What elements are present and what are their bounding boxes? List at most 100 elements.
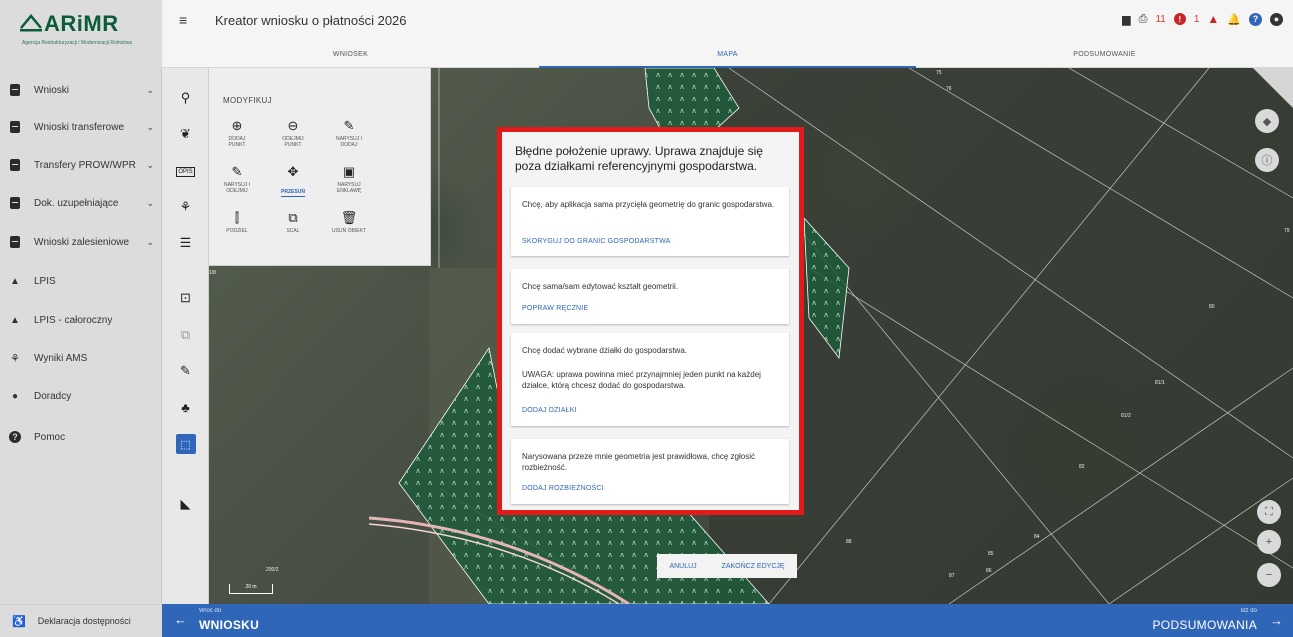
sidebar-item-wnioski[interactable]: Wnioski ⌄	[0, 74, 162, 106]
manual-fix-button[interactable]: POPRAW RĘCZNIE	[522, 305, 588, 312]
sidebar-item-dok-uzupelniajace[interactable]: Dok. uzupełniające ⌄	[0, 187, 162, 219]
minus-icon: −	[1265, 569, 1273, 581]
forest-tool[interactable]: ♣	[162, 393, 209, 421]
parcel-label: 82	[1079, 464, 1085, 470]
enclave-icon: ▣	[342, 164, 356, 179]
tool-label: NARYSUJ I ODEJMIJ	[223, 182, 251, 194]
modify-panel-title: MODYFIKUJ	[223, 96, 272, 105]
sidebar-item-wnioski-zalesieniowe[interactable]: Wnioski zalesieniowe ⌄	[0, 226, 162, 258]
parcel-label: 200/2	[266, 567, 279, 573]
delete-object-tool[interactable]: 🗑 USUŃ OBIEKT	[321, 210, 377, 234]
crop-tool[interactable]: ❦	[162, 120, 209, 148]
parcel-label: 84	[1034, 534, 1040, 540]
trim-to-farm-button[interactable]: SKORYGUJ DO GRANIC GOSPODARSTWA	[522, 238, 671, 245]
location-error-dialog: Błędne położenie uprawy. Uprawa znajduje…	[497, 127, 804, 515]
list-icon: ☰	[179, 235, 192, 250]
cancel-edit-button[interactable]: ANULUJ	[669, 563, 696, 570]
sidebar-item-wnioski-transferowe[interactable]: Wnioski transferowe ⌄	[0, 111, 162, 143]
error-icon[interactable]: !	[1173, 13, 1186, 25]
zoom-in-button[interactable]: +	[1257, 530, 1281, 554]
person-icon: ●	[11, 390, 19, 402]
sidebar-item-label: Wyniki AMS	[34, 352, 88, 364]
draw-subtract-tool[interactable]: ✎ NARYSUJ I ODEJMIJ	[209, 164, 265, 194]
add-discrepancy-button[interactable]: DODAJ ROZBIEŻNOŚCI	[522, 485, 604, 492]
notifications-icon[interactable]: 🔔	[1227, 13, 1241, 26]
accessibility-declaration-link[interactable]: ♿ Deklaracja dostępności	[0, 604, 162, 637]
account-icon[interactable]: ●	[1270, 12, 1283, 26]
sidebar-item-label: Wnioski	[34, 84, 70, 96]
sidebar-item-lpis[interactable]: ▲ LPIS	[0, 265, 162, 297]
fullscreen-icon: ⛶	[1265, 505, 1273, 518]
option-text: Narysowana przeze mnie geometria jest pr…	[522, 452, 755, 472]
zoom-out-button[interactable]: −	[1257, 563, 1281, 587]
option-text: Chcę, aby aplikacja sama przycięła geome…	[522, 200, 775, 209]
opis-tool[interactable]: OPIS	[162, 158, 209, 186]
list-tool[interactable]: ☰	[162, 229, 209, 257]
logo-mark-icon	[20, 14, 42, 32]
document-icon	[8, 83, 22, 97]
info-button[interactable]: ⓘ	[1255, 148, 1279, 172]
search-tool[interactable]: ⚲	[162, 84, 209, 112]
logo-subtitle: Agencja Restrukturyzacji i Modernizacji …	[22, 40, 133, 46]
sidebar-item-wyniki-ams[interactable]: ⚘ Wyniki AMS	[0, 342, 162, 374]
sidebar-item-label: Dok. uzupełniające	[34, 197, 119, 209]
draw-tool[interactable]: ✎	[162, 357, 209, 385]
copy-tool[interactable]: ⧉	[162, 321, 209, 349]
remove-point-tool[interactable]: ⊖ ODEJMIJ PUNKT	[265, 118, 321, 148]
arimr-logo[interactable]: ARiMR Agencja Restrukturyzacji i Moderni…	[0, 0, 162, 68]
enclave-tool[interactable]: ▣ NARYSUJ ENKLAWĘ	[321, 164, 377, 194]
parcel-label: 86	[986, 568, 992, 574]
error-count[interactable]: 11	[1155, 14, 1165, 25]
select-tool[interactable]: ⊡	[162, 284, 209, 312]
add-point-icon: ⊕	[231, 118, 243, 133]
top-bar: ≡ Kreator wniosku o płatności 2026 ▆ ⎙ 1…	[162, 0, 1293, 68]
sidebar-item-label: LPIS	[34, 275, 56, 287]
tool-label: DODAJ PUNKT	[228, 136, 246, 148]
warning-icon[interactable]: ▲	[1207, 12, 1219, 26]
parcel-label: 79	[1284, 228, 1290, 234]
opis-icon: OPIS	[176, 167, 195, 177]
add-parcels-button[interactable]: DODAJ DZIAŁKI	[522, 407, 577, 414]
layers-button[interactable]: ◆	[1255, 109, 1279, 133]
tab-podsumowanie[interactable]: PODSUMOWANIE	[916, 44, 1293, 68]
sidebar-item-transfery[interactable]: Transfery PROW/WPR ⌄	[0, 149, 162, 181]
trash-icon: 🗑	[340, 210, 358, 225]
add-point-tool[interactable]: ⊕ DODAJ PUNKT	[209, 118, 265, 148]
finish-edit-button[interactable]: ZAKOŃCZ EDYCJĘ	[722, 563, 785, 570]
warning-count[interactable]: 1	[1194, 14, 1200, 25]
document-icon	[8, 120, 22, 134]
parcel-label: 76	[946, 86, 952, 92]
sidebar-item-doradcy[interactable]: ● Doradcy	[0, 380, 162, 412]
next-main-label: PODSUMOWANIA	[1152, 618, 1257, 632]
menu-icon[interactable]: ≡	[179, 12, 187, 28]
sidebar-item-lpis-caloroczny[interactable]: ▲ LPIS - całoroczny	[0, 304, 162, 336]
document-icon	[8, 235, 22, 249]
search-icon: ⚲	[180, 90, 191, 105]
tab-mapa[interactable]: MAPA	[539, 44, 916, 68]
save-icon[interactable]: ▆	[1122, 13, 1130, 26]
document-icon	[8, 196, 22, 210]
sidebar-item-pomoc[interactable]: ? Pomoc	[0, 421, 162, 453]
parcel-label: 88	[846, 539, 852, 545]
option-text: Chcę dodać wybrane działki do gospodarst…	[522, 346, 687, 355]
merge-tool[interactable]: ⧉ SCAL	[265, 210, 321, 234]
layers-icon: ◆	[1262, 115, 1272, 128]
move-tool[interactable]: ✥ PRZESUŃ	[265, 164, 321, 198]
logo-text: ARiMR	[44, 11, 119, 36]
modify-tool[interactable]: ⬚	[162, 430, 209, 458]
option-warning-note: UWAGA: uprawa powinna mieć przynajmniej …	[522, 370, 761, 390]
split-tool[interactable]: ⫿ PODZIEL	[209, 210, 265, 234]
measure-icon: ◣	[180, 496, 191, 511]
help-icon[interactable]: ?	[1249, 12, 1262, 26]
satellite-tool[interactable]: ⚘	[162, 193, 209, 221]
tab-wniosek[interactable]: WNIOSEK	[162, 44, 539, 68]
fullscreen-button[interactable]: ⛶	[1257, 500, 1281, 524]
tool-label: PRZESUŃ	[281, 189, 305, 197]
info-icon: ⓘ	[1261, 155, 1273, 167]
measure-tool[interactable]: ◣	[162, 490, 209, 518]
option-text: Chcę sama/sam edytować kształt geometrii…	[522, 282, 679, 291]
accessibility-icon: ♿	[12, 615, 26, 628]
print-icon[interactable]: ⎙	[1139, 13, 1148, 26]
tool-label: ODEJMIJ PUNKT	[282, 136, 304, 148]
draw-add-tool[interactable]: ✎ NARYSUJ I DODAJ	[321, 118, 377, 148]
